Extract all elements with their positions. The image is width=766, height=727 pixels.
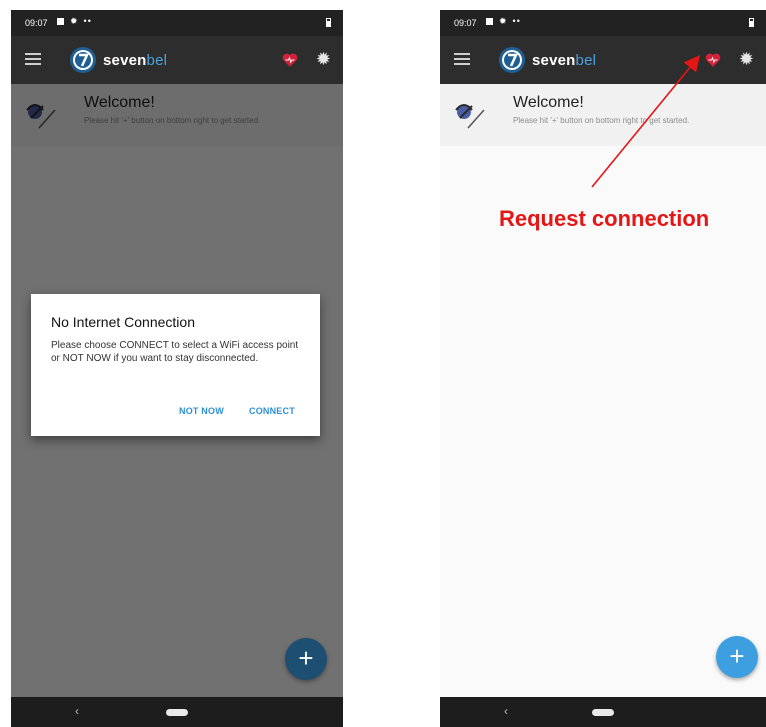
- battery-icon: [749, 18, 754, 27]
- back-icon[interactable]: ‹: [75, 704, 79, 718]
- app-bar: sevenbel ✹: [440, 36, 766, 84]
- back-icon[interactable]: ‹: [504, 704, 508, 718]
- logo-text-bel: bel: [575, 51, 597, 69]
- menu-icon[interactable]: [454, 53, 470, 65]
- status-time: 09:07: [25, 18, 48, 28]
- settings-icon[interactable]: ✹: [316, 49, 331, 69]
- navigation-bar: ‹: [440, 697, 766, 727]
- status-bar: 09:07 ✹ ••: [440, 10, 766, 36]
- home-pill-icon[interactable]: [592, 709, 614, 716]
- main-content: Welcome! Please hit '+' button on bottom…: [440, 84, 766, 697]
- phone-right: 09:07 ✹ •• sevenbel ✹ Welcome! Please hi…: [440, 0, 766, 727]
- add-button[interactable]: +: [716, 636, 758, 678]
- phone-left: 09:07 ✹ •• sevenbel ✹ No Internet Connec…: [11, 0, 343, 727]
- welcome-subtitle: Please hit '+' button on bottom right to…: [513, 116, 690, 125]
- welcome-card: Welcome! Please hit '+' button on bottom…: [440, 84, 766, 146]
- connect-button[interactable]: CONNECT: [249, 406, 295, 416]
- logo-badge-icon: [70, 47, 96, 73]
- plus-icon: +: [729, 641, 745, 671]
- settings-icon[interactable]: ✹: [739, 49, 754, 69]
- welcome-avatar-icon: [455, 104, 485, 129]
- menu-icon[interactable]: [25, 53, 41, 65]
- battery-icon: [326, 18, 331, 27]
- logo-text-bel: bel: [146, 51, 168, 69]
- logo-badge-icon: [499, 47, 525, 73]
- heart-icon[interactable]: [704, 51, 722, 69]
- no-internet-dialog: No Internet Connection Please choose CON…: [31, 294, 320, 436]
- notification-icon: [57, 18, 64, 25]
- more-dots-icon: ••: [512, 16, 521, 26]
- app-logo: sevenbel: [69, 46, 167, 74]
- add-button[interactable]: +: [285, 638, 327, 680]
- home-pill-icon[interactable]: [166, 709, 188, 716]
- status-bar: 09:07 ✹ ••: [11, 10, 343, 36]
- status-time: 09:07: [454, 18, 477, 28]
- plus-icon: +: [298, 643, 314, 673]
- more-dots-icon: ••: [83, 16, 92, 26]
- navigation-bar: ‹: [11, 697, 343, 727]
- gear-small-icon: ✹: [499, 16, 507, 26]
- gear-small-icon: ✹: [70, 16, 78, 26]
- notification-icon: [486, 18, 493, 25]
- heart-icon[interactable]: [281, 51, 299, 69]
- logo-text-seven: seven: [103, 51, 147, 69]
- annotation-label: Request connection: [499, 206, 710, 231]
- dialog-body: Please choose CONNECT to select a WiFi a…: [51, 340, 299, 364]
- app-bar: sevenbel ✹: [11, 36, 343, 84]
- app-logo: sevenbel: [498, 46, 596, 74]
- not-now-button[interactable]: NOT NOW: [179, 406, 224, 416]
- logo-text-seven: seven: [532, 51, 576, 69]
- welcome-title: Welcome!: [513, 94, 584, 111]
- dialog-title: No Internet Connection: [51, 314, 195, 330]
